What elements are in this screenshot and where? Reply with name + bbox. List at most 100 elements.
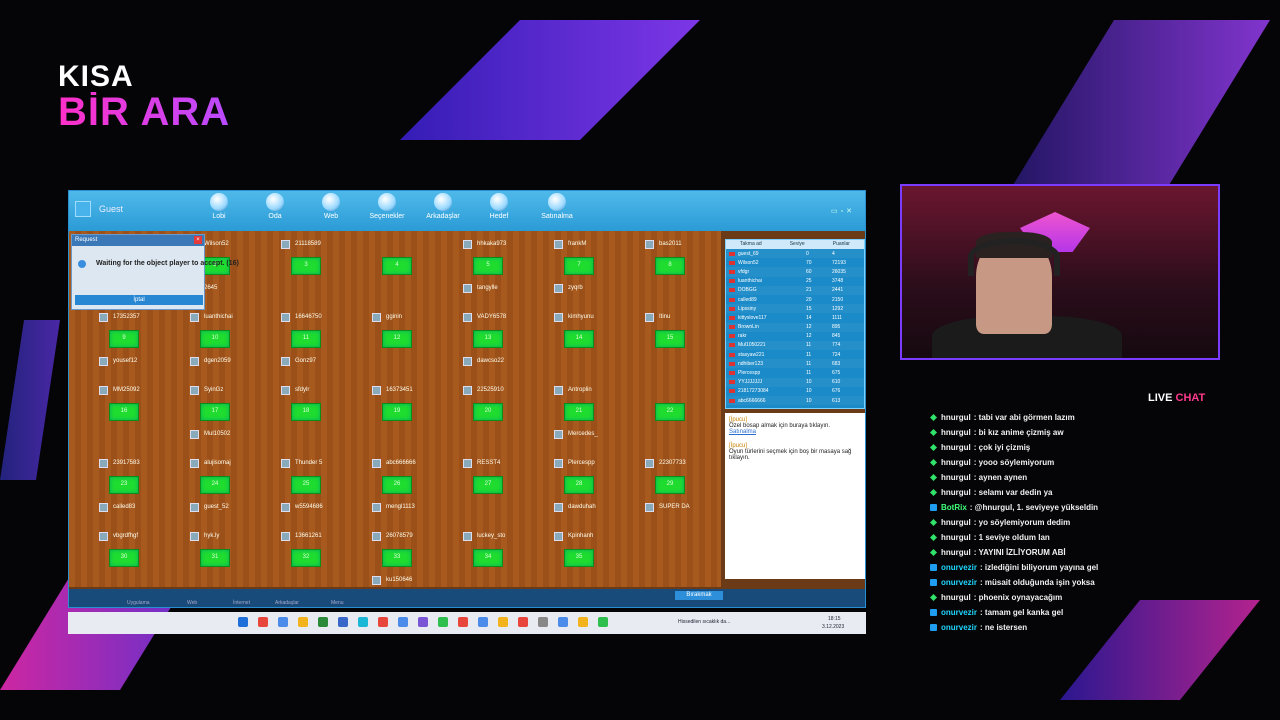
table-felt[interactable]: 8 [655,257,685,275]
player-row[interactable]: rakr 12 845 [726,332,864,341]
taskbar-app-icon[interactable] [258,617,268,627]
table-player-top[interactable]: Itinu [659,314,670,320]
table-felt[interactable]: 12 [382,330,412,348]
table-player-top[interactable]: SyinGz [204,387,223,393]
tab-menu[interactable]: Menu [331,600,344,606]
table-player-top[interactable]: 21118589 [295,241,321,247]
pool-table[interactable]: 13661261 32 [259,525,349,597]
pool-table[interactable]: frankM 7 zyqrb [532,233,622,305]
taskbar-app-icon[interactable] [378,617,388,627]
table-felt[interactable]: 13 [473,330,503,348]
chat-username[interactable]: hnurgul [941,518,971,527]
nav-web[interactable]: Web [303,193,359,220]
table-player-top[interactable]: sfdylr [295,387,309,393]
chat-username[interactable]: hnurgul [941,413,971,422]
table-player-top[interactable]: 23917583 [113,460,140,466]
taskbar-app-icon[interactable] [298,617,308,627]
chat-username[interactable]: hnurgul [941,488,971,497]
pool-table[interactable]: 16373451 19 [350,379,440,451]
chat-username[interactable]: hnurgul [941,533,971,542]
table-felt[interactable]: 17 [200,403,230,421]
table-player-top[interactable]: MM25092 [113,387,140,393]
nav-purchase[interactable]: Satınalma [529,193,585,220]
player-row[interactable]: Plercespp 11 675 [726,368,864,377]
table-player-top[interactable]: 17352357 [113,314,140,320]
leave-button[interactable]: Bırakmak [675,591,723,600]
pool-table[interactable]: hhkaka973 5 tangylle [441,233,531,305]
table-felt[interactable]: 7 [564,257,594,275]
taskbar-app-icon[interactable] [318,617,328,627]
column-header[interactable]: Puanlar [833,240,850,249]
table-player-bottom[interactable]: tangylle [477,285,498,291]
chat-username[interactable]: hnurgul [941,548,971,557]
pool-table[interactable]: MM25092 16 [77,379,167,451]
table-player-bottom[interactable]: mengl1113 [386,504,415,510]
pool-table[interactable]: kimhyunu 14 [532,306,622,378]
player-row[interactable]: stasyaw221 11 724 [726,350,864,359]
player-row[interactable]: guest_69 0 4 [726,249,864,259]
pool-table[interactable]: 23917583 23 called83 [77,452,167,524]
taskbar-app-icon[interactable] [438,617,448,627]
pool-table[interactable]: 17352357 9 yousef12 [77,306,167,378]
table-player-top[interactable]: Plercespp [568,460,595,466]
table-player-bottom[interactable]: yousef12 [113,358,137,364]
pool-table[interactable]: RESST4 27 [441,452,531,524]
table-player-top[interactable]: 16373451 [386,387,413,393]
pool-table[interactable]: gginin 12 [350,306,440,378]
table-felt[interactable]: 23 [109,476,139,494]
table-player-top[interactable]: luanthichai [204,314,233,320]
taskbar-app-icon[interactable] [558,617,568,627]
pool-table[interactable]: vbgrdfhgf 30 [77,525,167,597]
table-player-top[interactable]: kimhyunu [568,314,594,320]
table-felt[interactable]: 15 [655,330,685,348]
table-player-bottom[interactable]: dawcso22 [477,358,504,364]
clock-date[interactable]: 3.12.2023 [822,624,844,630]
purchase-link[interactable]: Satınalma [729,429,756,435]
pool-table[interactable]: 4 [350,233,440,305]
player-row[interactable]: abc6666666 10 613 [726,396,864,406]
taskbar-app-icon[interactable] [398,617,408,627]
column-header[interactable]: Seviye [790,240,805,249]
table-player-top[interactable]: RESST4 [477,460,500,466]
table-felt[interactable]: 35 [564,549,594,567]
nav-room[interactable]: Oda [247,193,303,220]
table-player-bottom[interactable]: SUPER DA [659,504,690,510]
table-player-bottom[interactable]: dawduhah [568,504,596,510]
player-row[interactable]: called89 20 2150 [726,295,864,304]
chat-username[interactable]: onurvezir [941,578,977,587]
table-felt[interactable]: 18 [291,403,321,421]
table-player-top[interactable]: 22307733 [659,460,686,466]
table-player-bottom[interactable]: w5594686 [295,504,323,510]
player-row[interactable]: BrownLin 12 895 [726,322,864,332]
nav-target[interactable]: Hedef [471,193,527,220]
chat-username[interactable]: hnurgul [941,593,971,602]
pool-table[interactable]: 26078579 33 ku150646 [350,525,440,597]
table-felt[interactable]: 10 [200,330,230,348]
table-felt[interactable]: 24 [200,476,230,494]
taskbar-app-icon[interactable] [418,617,428,627]
weather-widget[interactable]: Hissedilen sıcaklık da... [678,619,730,625]
taskbar-app-icon[interactable] [238,617,248,627]
tab-friends[interactable]: Arkadaşlar [275,600,299,606]
table-player-top[interactable]: vbgrdfhgf [113,533,138,539]
table-felt[interactable]: 30 [109,549,139,567]
table-player-bottom[interactable]: dgen2059 [204,358,231,364]
pool-table[interactable]: 16646750 11 Gonz97 [259,306,349,378]
table-felt[interactable]: 31 [200,549,230,567]
pool-table[interactable]: SyinGz 17 Mul10502 [168,379,258,451]
table-player-top[interactable]: 16646750 [295,314,322,320]
table-player-bottom[interactable]: Mul10502 [204,431,230,437]
pool-table[interactable]: 22525910 20 [441,379,531,451]
table-felt[interactable]: 4 [382,257,412,275]
table-player-bottom[interactable]: ku150646 [386,577,412,583]
table-felt[interactable]: 27 [473,476,503,494]
close-icon[interactable]: × [194,236,202,244]
pool-table[interactable]: alujisomaj 24 guest_52 [168,452,258,524]
table-player-top[interactable]: frankM [568,241,586,247]
table-felt[interactable]: 3 [291,257,321,275]
table-player-bottom[interactable]: 2645 [204,285,217,291]
pool-table[interactable]: luckey_sto 34 [441,525,531,597]
taskbar-app-icon[interactable] [538,617,548,627]
taskbar-app-icon[interactable] [498,617,508,627]
taskbar-app-icon[interactable] [338,617,348,627]
